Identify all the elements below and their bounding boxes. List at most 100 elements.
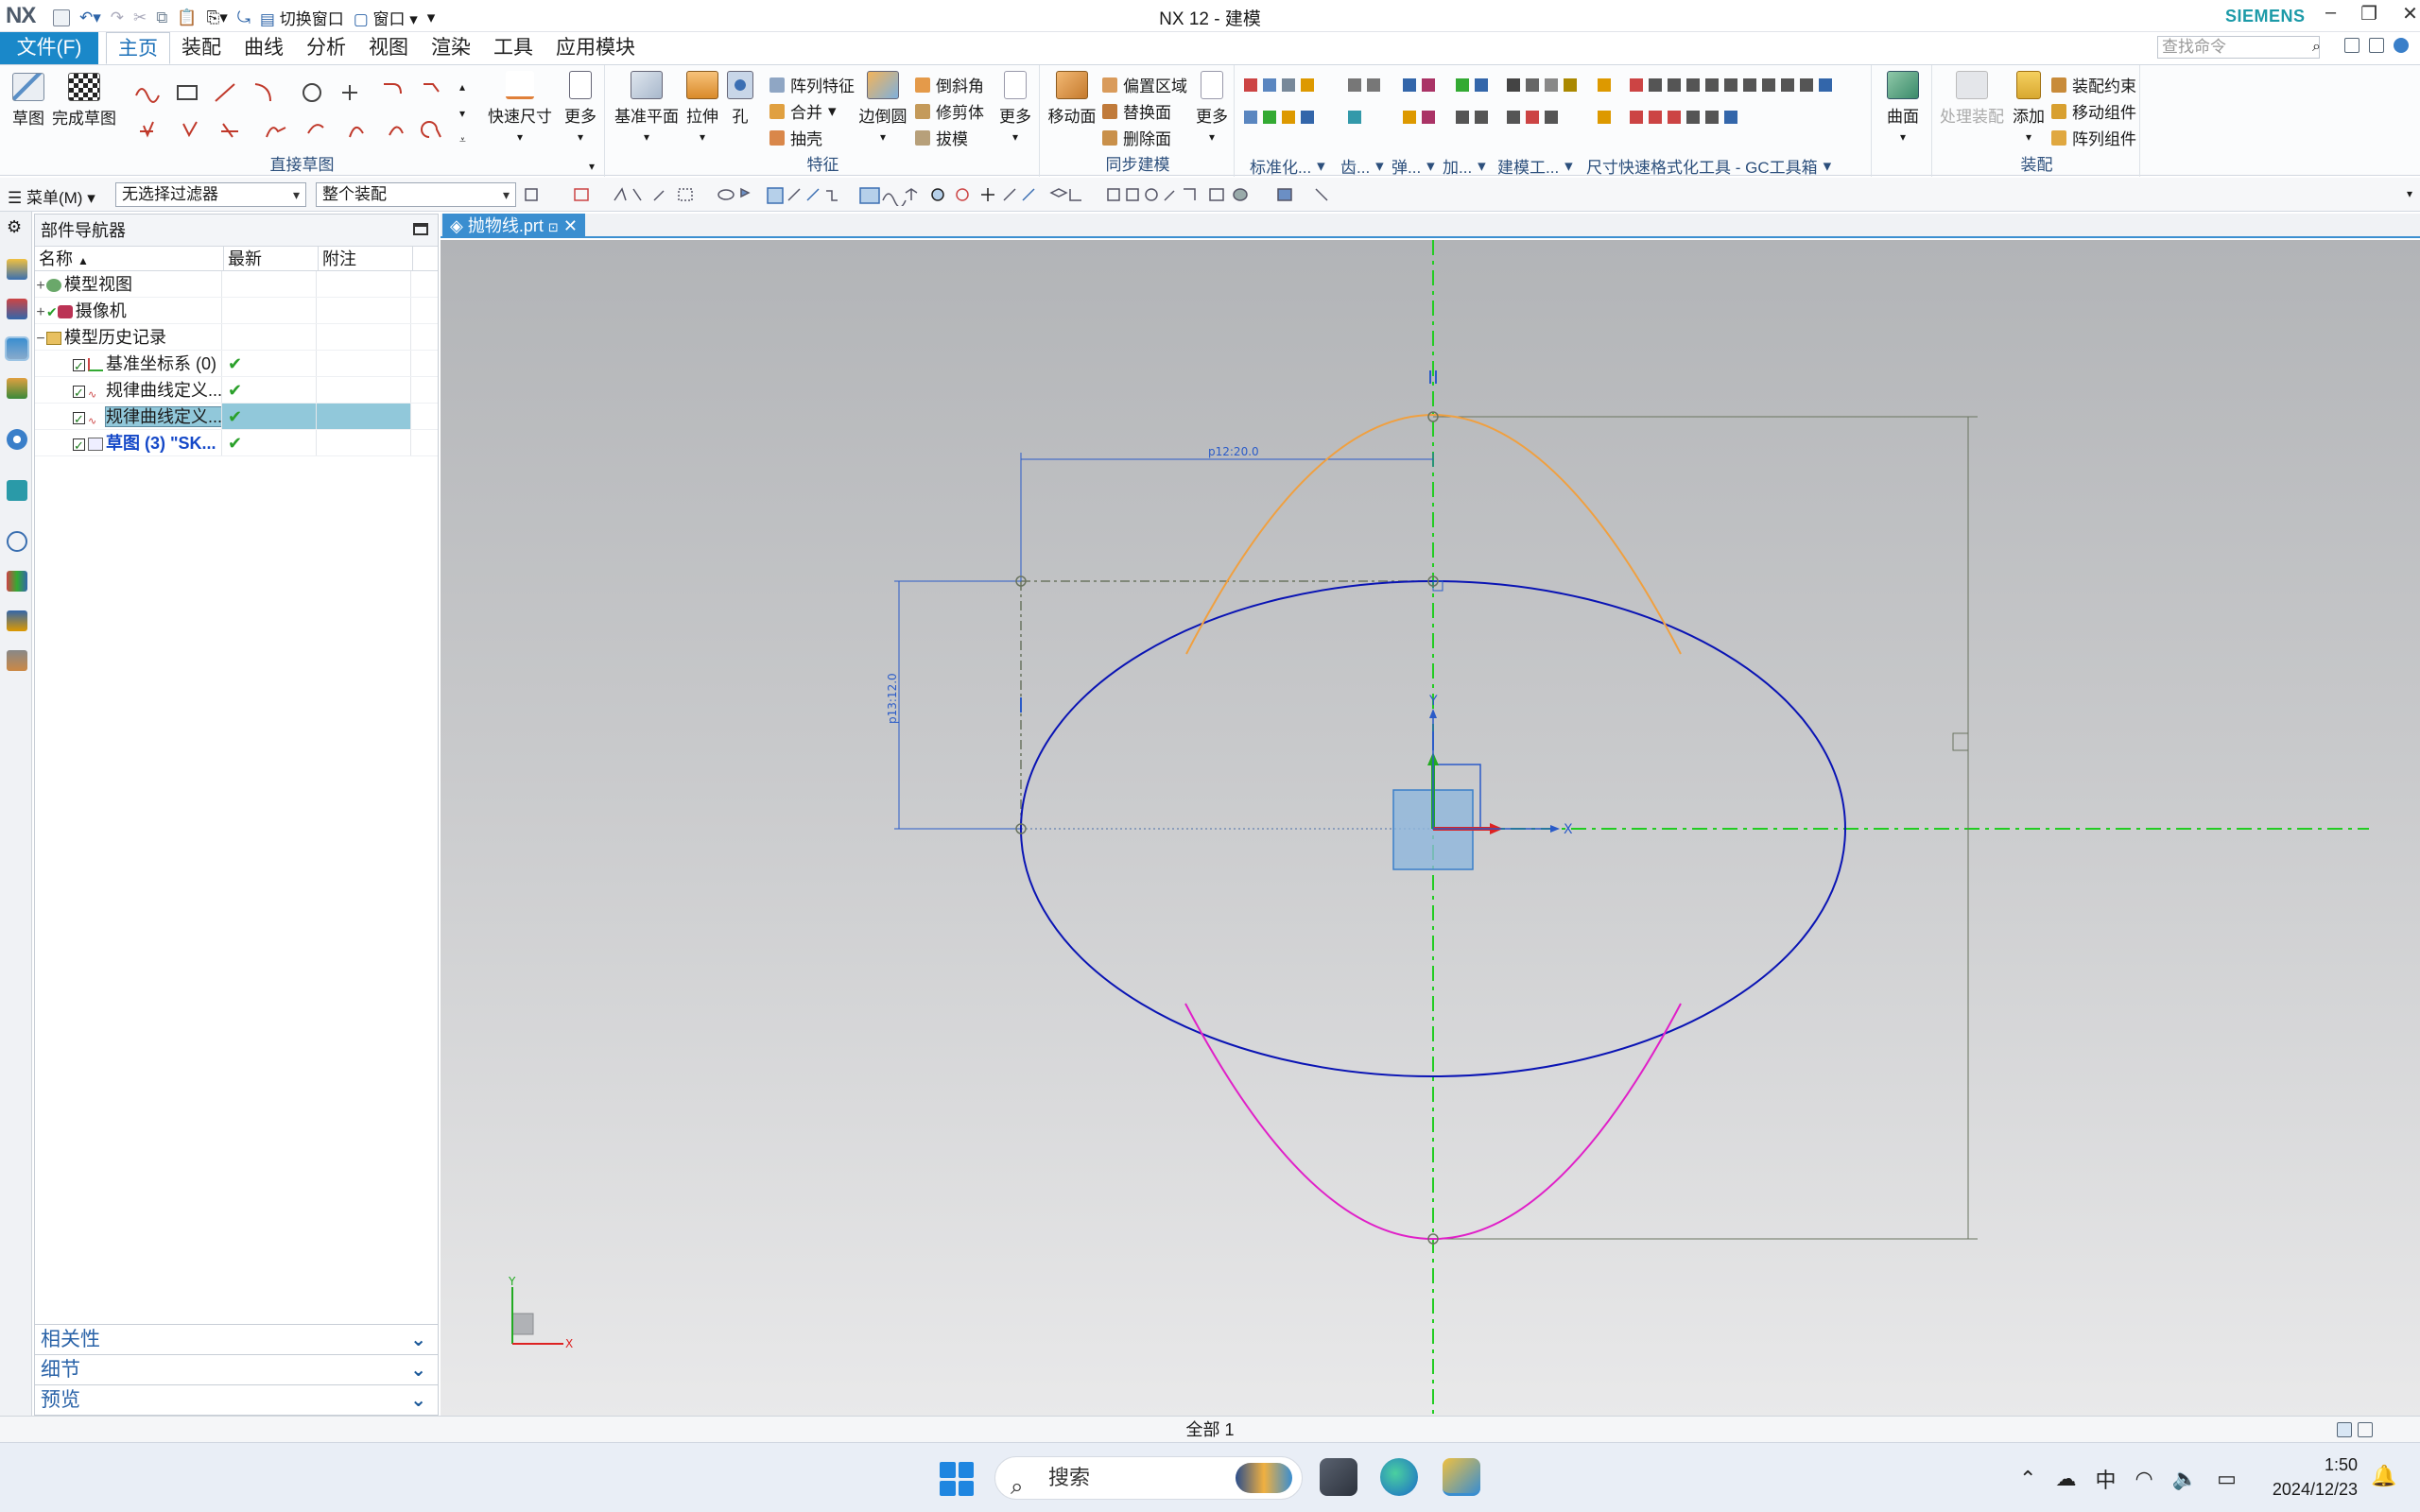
shell-button[interactable]: 抽壳 <box>769 126 822 149</box>
modeling-tools-group-label[interactable]: 建模工... ▾ <box>1497 154 1573 178</box>
battery-icon[interactable]: ▭ <box>2217 1467 2237 1491</box>
tree-row-model-history[interactable]: − 模型历史记录 <box>35 324 438 351</box>
nx-app-icon[interactable] <box>1443 1458 1480 1496</box>
trim-body-button[interactable]: 修剪体 <box>915 99 984 123</box>
sketch-canvas[interactable]: p12:20.0 p13:12.0 X Y Y X <box>441 240 2420 1416</box>
touch-mode-icon[interactable]: ⤿ <box>237 9 251 27</box>
process-assembly-button[interactable]: 处理装配 <box>1938 71 2006 127</box>
preview-panel[interactable]: 预览 ⌄ <box>35 1384 438 1415</box>
window-menu-button[interactable]: ▢ 窗口 ▾ <box>354 6 418 29</box>
pattern-component-button[interactable]: 阵列组件 <box>2051 126 2136 149</box>
edge-blend-button[interactable]: 边倒圆 ▾ <box>856 71 909 146</box>
extrude-button[interactable]: 拉伸 ▾ <box>683 71 722 146</box>
visibility-checkbox[interactable] <box>73 380 85 403</box>
more-feature-button[interactable]: 更多 ▾ <box>994 71 1036 146</box>
visibility-checkbox[interactable] <box>73 406 85 429</box>
offset-region-button[interactable]: 偏置区域 <box>1102 73 1187 96</box>
sketch-button[interactable]: 草图 <box>8 73 49 129</box>
assembly-navigator-icon[interactable] <box>7 259 27 280</box>
spring-group-label[interactable]: 弹... ▾ <box>1392 154 1435 178</box>
notification-bell-icon[interactable]: 🔔 <box>2371 1464 2396 1488</box>
document-tab[interactable]: ◈ 抛物线.prt ⊡ ✕ <box>442 214 585 238</box>
snap-and-view-toolbar[interactable] <box>522 185 1392 206</box>
tree-row-model-views[interactable]: + 模型视图 <box>35 271 438 298</box>
more-sync-button[interactable]: 更多 ▾ <box>1193 71 1231 146</box>
dim-vertical-label[interactable]: p13:12.0 <box>886 673 899 724</box>
visibility-checkbox[interactable] <box>73 433 85 455</box>
windows-start-icon[interactable] <box>940 1462 974 1496</box>
assembly-constraint-button[interactable]: 装配约束 <box>2051 73 2136 96</box>
tab-home[interactable]: 主页 <box>106 32 170 64</box>
gear-group-label[interactable]: 齿... ▾ <box>1340 154 1384 178</box>
more-sketch-button[interactable]: 更多 ▾ <box>560 71 601 146</box>
volume-icon[interactable]: 🔈 <box>2172 1467 2198 1491</box>
details-panel[interactable]: 细节 ⌄ <box>35 1354 438 1384</box>
dependencies-panel[interactable]: 相关性 ⌄ <box>35 1324 438 1354</box>
part-navigator-icon[interactable] <box>5 336 29 361</box>
restore-icon[interactable]: ❐ <box>2360 2 2377 26</box>
process-studio-icon[interactable] <box>7 610 27 631</box>
resource-bar-settings-icon[interactable]: ⚙ <box>7 217 27 238</box>
move-face-button[interactable]: 移动面 <box>1046 71 1098 127</box>
help-icon[interactable] <box>2394 38 2409 53</box>
copy-icon[interactable]: ⧉ <box>156 9 167 27</box>
gallery-expand-icon[interactable]: ⩡ <box>459 133 466 147</box>
tree-row-law-curve-1[interactable]: ∿规律曲线定义... ✔ <box>35 377 438 404</box>
repeat-command-icon[interactable]: ⎘▾ <box>207 9 228 27</box>
tab-pin-icon[interactable]: ⊡ <box>548 220 559 234</box>
system-materials-icon[interactable] <box>7 571 27 592</box>
paste-icon[interactable]: 📋 <box>177 9 197 27</box>
qat-customize-icon[interactable]: ▾ <box>427 9 436 27</box>
graphics-window[interactable]: p12:20.0 p13:12.0 X Y Y X <box>441 240 2420 1416</box>
switch-window-button[interactable]: ▤ 切换窗口 <box>260 6 344 29</box>
toolbar-options-icon[interactable]: ▾ <box>2407 187 2412 200</box>
column-notes[interactable]: 附注 <box>319 247 413 270</box>
gallery-up-icon[interactable]: ▴ <box>459 80 465 94</box>
undo-icon[interactable]: ↶▾ <box>79 9 101 27</box>
status-layout-icon[interactable] <box>2358 1422 2373 1437</box>
redo-icon[interactable]: ↷ <box>111 9 124 27</box>
hd3d-tools-icon[interactable] <box>7 429 27 450</box>
wifi-icon[interactable]: ◠ <box>2135 1467 2152 1491</box>
tab-analysis[interactable]: 分析 <box>295 32 357 64</box>
tab-view[interactable]: 视图 <box>357 32 420 64</box>
ime-indicator[interactable]: 中 <box>2095 1464 2116 1494</box>
command-search-input[interactable]: 查找命令 <box>2157 36 2320 59</box>
tree-row-datum-csys[interactable]: 基准坐标系 (0) ✔ <box>35 351 438 377</box>
tree-row-cameras[interactable]: +✔ 摄像机 <box>35 298 438 324</box>
close-icon[interactable]: ✕ <box>2402 2 2418 26</box>
add-group-label[interactable]: 加... ▾ <box>1443 154 1486 178</box>
visibility-checkbox[interactable] <box>73 353 85 376</box>
type-filter-select[interactable]: 无选择过滤器 <box>115 182 306 207</box>
group-dropdown-icon[interactable]: ▾ <box>589 160 595 173</box>
column-name[interactable]: 名称 ▲ <box>35 247 224 270</box>
add-component-button[interactable]: 添加 ▾ <box>2010 71 2048 146</box>
draft-button[interactable]: 拔模 <box>915 126 968 149</box>
resource-bar-icon[interactable] <box>2369 38 2384 53</box>
selection-scope-select[interactable]: 整个装配 <box>316 182 516 207</box>
column-latest[interactable]: 最新 <box>224 247 319 270</box>
hole-button[interactable]: 孔 <box>724 71 756 127</box>
tab-curve[interactable]: 曲线 <box>233 32 295 64</box>
collapse-icon[interactable]: − <box>35 326 46 350</box>
replace-face-button[interactable]: 替换面 <box>1102 99 1171 123</box>
quick-dimension-button[interactable]: 快速尺寸 ▾ <box>484 71 556 146</box>
cut-icon[interactable]: ✂ <box>133 9 147 27</box>
gallery-down-icon[interactable]: ▾ <box>459 107 465 120</box>
save-icon[interactable] <box>53 9 70 26</box>
datum-plane-button[interactable]: 基准平面 ▾ <box>613 71 681 146</box>
move-component-button[interactable]: 移动组件 <box>2051 99 2136 123</box>
curve-endpoints[interactable] <box>1015 411 1439 1245</box>
system-clock[interactable]: 1:50 2024/12/23 <box>2269 1452 2358 1502</box>
tree-row-law-curve-2[interactable]: ∿规律曲线定义... ✔ <box>35 404 438 430</box>
task-view-icon[interactable] <box>1320 1458 1357 1496</box>
gc-toolbox-group-label[interactable]: 尺寸快速格式化工具 - GC工具箱 ▾ <box>1586 154 1831 178</box>
chamfer-button[interactable]: 倒斜角 <box>915 73 984 96</box>
taskbar-search-box[interactable]: ⌕ 搜索 <box>994 1456 1303 1500</box>
dimension-handle[interactable] <box>1952 732 1969 751</box>
tab-applications[interactable]: 应用模块 <box>544 32 647 64</box>
expand-icon[interactable]: + <box>35 273 46 297</box>
cloud-icon[interactable]: ☁ <box>2055 1467 2076 1491</box>
edge-browser-icon[interactable] <box>1380 1458 1418 1496</box>
file-menu-button[interactable]: 文件(F) <box>0 32 98 64</box>
